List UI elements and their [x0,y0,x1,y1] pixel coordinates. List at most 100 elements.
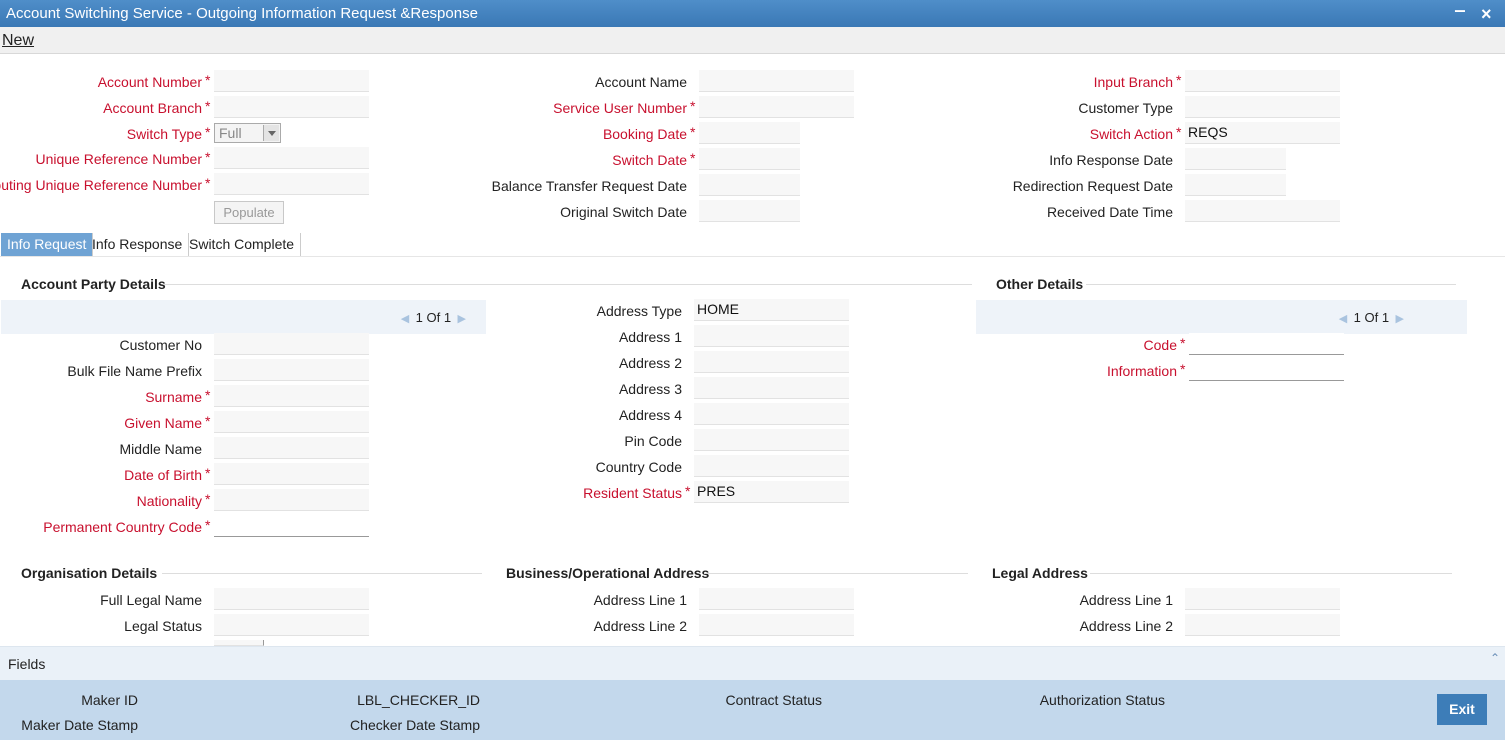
information-label: Information [1106,363,1177,379]
next-icon[interactable]: ▶ [1393,312,1407,325]
required-mark: * [205,98,211,114]
information-field[interactable] [1189,359,1344,381]
legal-address-line-2-label: Address Line 2 [1079,618,1173,634]
service-user-number-field[interactable] [699,96,854,118]
switch-date-label: Switch Date [612,152,687,168]
info-response-date-label: Info Response Date [1049,152,1173,168]
received-date-time-field[interactable] [1185,200,1340,222]
previous-icon[interactable]: ◀ [398,312,412,325]
pin-code-field[interactable] [694,429,849,451]
section-divider [1090,573,1452,574]
bulk-file-name-prefix-label: Bulk File Name Prefix [67,363,202,379]
required-mark: * [690,150,696,166]
full-legal-name-field[interactable] [214,588,369,610]
pin-code-label: Pin Code [624,433,682,449]
business-address-line-2-field[interactable] [699,614,854,636]
account-name-field[interactable] [699,70,854,92]
checker-date-stamp-label: Checker Date Stamp [350,717,480,733]
middle-name-label: Middle Name [119,441,202,457]
tab-info-response[interactable]: Info Response [86,233,190,256]
service-user-number-label: Service User Number [553,100,687,116]
business-address-line-1-field[interactable] [699,588,854,610]
received-date-time-label: Received Date Time [1046,204,1173,220]
required-mark: * [205,72,211,88]
unique-reference-number-field[interactable] [214,147,369,169]
redirection-request-date-field[interactable] [1185,174,1286,196]
customer-type-label: Customer Type [1078,100,1173,116]
pager-of: Of [426,310,441,325]
date-of-birth-label: Date of Birth [124,467,202,483]
full-legal-name-label: Full Legal Name [100,592,202,608]
switch-date-field[interactable] [699,148,800,170]
input-branch-field[interactable] [1185,70,1340,92]
surname-field[interactable] [214,385,369,407]
routing-unique-reference-number-field[interactable] [214,173,369,195]
tab-divider [0,256,1505,257]
permanent-country-code-field[interactable] [214,515,369,537]
customer-no-field[interactable] [214,333,369,355]
legal-status-field[interactable] [214,614,369,636]
chevron-up-icon[interactable]: ⌃ [1490,651,1500,665]
window-title: Account Switching Service - Outgoing Inf… [6,5,478,22]
given-name-field[interactable] [214,411,369,433]
customer-type-field[interactable] [1185,96,1340,118]
account-number-label: Account Number [97,74,202,90]
nationality-field[interactable] [214,489,369,511]
account-number-field[interactable] [214,70,369,92]
balance-transfer-request-date-field[interactable] [699,174,800,196]
account-party-details-heading: Account Party Details [21,276,166,292]
resident-status-field[interactable]: PRES [694,481,849,503]
required-mark: * [205,413,211,429]
next-icon[interactable]: ▶ [455,312,469,325]
close-icon[interactable]: × [1481,4,1492,25]
section-divider [1086,284,1456,285]
tab-switch-complete[interactable]: Switch Complete [183,233,302,256]
legal-address-line-1-label: Address Line 1 [1079,592,1173,608]
required-mark: * [205,124,211,140]
booking-date-label: Booking Date [602,126,687,142]
bulk-file-name-prefix-field[interactable] [214,359,369,381]
minimize-icon[interactable]: ‒ [1455,0,1465,21]
tab-info-request[interactable]: Info Request [1,233,94,256]
balance-transfer-request-date-label: Balance Transfer Request Date [491,178,687,194]
country-code-field[interactable] [694,455,849,477]
legal-address-line-2-field[interactable] [1185,614,1340,636]
new-link[interactable]: New [2,32,34,50]
middle-name-field[interactable] [214,437,369,459]
address-2-field[interactable] [694,351,849,373]
permanent-country-code-label: Permanent Country Code [43,519,202,535]
info-response-date-field[interactable] [1185,148,1286,170]
pager-of: Of [1364,310,1379,325]
original-switch-date-label: Original Switch Date [560,204,687,220]
switch-type-value: Full [219,125,242,141]
address-1-field[interactable] [694,325,849,347]
original-switch-date-field[interactable] [699,200,800,222]
unique-reference-number-label: Unique Reference Number [35,151,202,167]
maker-id-label: Maker ID [81,692,138,708]
switch-type-label: Switch Type [126,126,202,142]
required-mark: * [1180,361,1186,377]
pager-current: 1 [1353,310,1361,325]
fields-bar[interactable]: Fields ⌃ [0,646,1505,680]
chevron-down-icon[interactable] [263,125,279,141]
switch-type-select[interactable]: Full [214,123,281,143]
address-type-field[interactable]: HOME [694,299,849,321]
populate-button[interactable]: Populate [214,201,284,224]
legal-address-line-1-field[interactable] [1185,588,1340,610]
exit-button[interactable]: Exit [1437,694,1487,725]
switch-action-field[interactable]: REQS [1185,122,1340,144]
input-branch-label: Input Branch [1093,74,1173,90]
address-4-field[interactable] [694,403,849,425]
code-field[interactable] [1189,333,1344,355]
previous-icon[interactable]: ◀ [1336,312,1350,325]
account-branch-field[interactable] [214,96,369,118]
required-mark: * [1176,72,1182,88]
address-3-field[interactable] [694,377,849,399]
menu-bar: New [0,27,1505,54]
booking-date-field[interactable] [699,122,800,144]
contract-status-label: Contract Status [725,692,823,708]
other-details-pager: ◀ 1 Of 1 ▶ [1336,310,1407,325]
date-of-birth-field[interactable] [214,463,369,485]
pager-total: 1 [443,310,452,325]
business-address-line-2-label: Address Line 2 [593,618,687,634]
